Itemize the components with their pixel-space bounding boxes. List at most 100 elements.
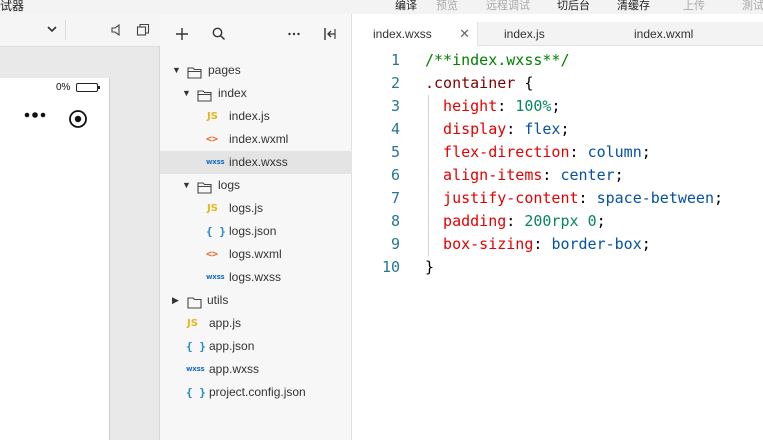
code-line[interactable]: 5 flex-direction: column; (353, 141, 763, 164)
code-text: box-sizing: border-box; (425, 233, 651, 256)
wxss-file-icon: wxss (206, 158, 225, 166)
code-token: align-items (425, 166, 543, 184)
json-file-icon: { } (186, 386, 206, 399)
tree-item-label: logs.js (229, 201, 264, 215)
code-text: } (425, 256, 434, 279)
remote-debug-button[interactable]: 远程调试 (486, 0, 530, 13)
code-token: .container (425, 74, 516, 92)
line-number: 9 (390, 235, 400, 253)
more-dots-icon[interactable] (24, 109, 46, 124)
code-line[interactable]: 3 height: 100%; (353, 95, 763, 118)
tree-file-project-config-json[interactable]: { } project.config.json (160, 381, 352, 404)
tree-folder-index[interactable]: ▼ index (160, 82, 352, 105)
test-button[interactable]: 測试 (742, 0, 763, 13)
code-line[interactable]: 4 display: flex; (353, 118, 763, 141)
tree-folder-utils[interactable]: ▶ utils (160, 289, 352, 312)
compile-button[interactable]: 编译 (395, 0, 417, 13)
device-select[interactable] (0, 20, 66, 40)
tab-index-js[interactable]: index.js (477, 22, 597, 46)
code-token: : (578, 189, 597, 207)
code-token: : (533, 235, 552, 253)
tree-item-label: logs.json (229, 224, 277, 238)
code-line[interactable]: 2 .container { (353, 72, 763, 95)
code-line[interactable]: 10} (353, 256, 763, 279)
battery-icon (76, 83, 100, 92)
code-line[interactable]: 9 box-sizing: border-box; (353, 233, 763, 256)
tab-label: index.js (504, 27, 545, 41)
ellipsis-icon[interactable] (286, 26, 302, 42)
tree-file-logs-wxss[interactable]: wxss logs.wxss (160, 266, 352, 289)
code-text: padding: 200rpx 0; (425, 210, 606, 233)
wxss-file-icon: wxss (206, 273, 225, 281)
tree-file-index-wxml[interactable]: <> index.wxml (160, 128, 352, 151)
tab-index-wxml[interactable]: index.wxml (597, 22, 763, 46)
tree-file-app-wxss[interactable]: wxss app.wxss (160, 358, 352, 381)
upload-button[interactable]: 上传 (683, 0, 705, 13)
code-token: 100% (515, 97, 552, 115)
code-text: justify-content: space-between; (425, 187, 723, 210)
line-number: 1 (390, 51, 400, 69)
close-icon[interactable]: ✕ (459, 22, 470, 46)
code-token: box-sizing (425, 235, 534, 253)
tree-file-logs-wxml[interactable]: <> logs.wxml (160, 243, 352, 266)
tree-folder-pages[interactable]: ▼ pages (160, 59, 352, 82)
plus-icon[interactable] (174, 26, 190, 42)
line-number: 7 (390, 189, 400, 207)
tree-item-label: logs (218, 178, 241, 192)
top-toolbar: 试器 编译 预览 远程调试 切后台 清缓存 上传 測试 (0, 0, 763, 14)
line-number: 4 (390, 120, 400, 138)
code-token: ; (596, 212, 606, 230)
tree-file-app-js[interactable]: JS app.js (160, 312, 352, 335)
code-token: padding (425, 212, 507, 230)
code-area[interactable]: 1 /**index.wxss**/ 2 .container {3 height: … (353, 49, 763, 279)
tree-item-label: index.js (229, 109, 270, 123)
line-number: 2 (390, 74, 400, 92)
code-editor: index.wxss ✕ index.js index.wxml 1 /**ind… (353, 14, 763, 440)
code-token: ; (560, 120, 570, 138)
battery-percentage: 0% (56, 82, 71, 93)
expanded-arrow-icon: ▼ (182, 180, 191, 190)
tab-index-wxss[interactable]: index.wxss ✕ (353, 22, 478, 46)
code-text: .container { (425, 72, 533, 95)
search-icon[interactable] (211, 26, 227, 42)
expanded-arrow-icon: ▼ (182, 88, 191, 98)
tree-file-logs-js[interactable]: JS logs.js (160, 197, 352, 220)
code-token: /**index.wxss**/ (425, 51, 570, 69)
tree-file-logs-json[interactable]: { } logs.json (160, 220, 352, 243)
tree-item-label: app.wxss (209, 362, 260, 376)
record-icon[interactable] (68, 109, 88, 132)
expanded-arrow-icon: ▼ (172, 65, 181, 75)
tree-item-label: logs.wxml (229, 247, 282, 261)
chevron-down-icon (47, 22, 57, 39)
collapse-panel-icon[interactable] (322, 26, 338, 42)
wxss-file-icon: wxss (186, 365, 205, 373)
simulator-toolbar (0, 14, 160, 47)
tree-file-index-wxss[interactable]: wxss index.wxss (160, 151, 352, 174)
code-token: height (425, 97, 498, 115)
code-line[interactable]: 6 align-items: center; (353, 164, 763, 187)
code-token: : (542, 166, 561, 184)
code-line[interactable]: 8 padding: 200rpx 0; (353, 210, 763, 233)
code-token: 200rpx (524, 212, 579, 230)
background-button[interactable]: 切后台 (557, 0, 590, 13)
simulator-panel: 0% (0, 14, 160, 440)
window-icon[interactable] (136, 23, 150, 40)
code-token: column (587, 143, 642, 161)
clear-cache-button[interactable]: 清缓存 (617, 0, 650, 13)
code-token: border-box (551, 235, 642, 253)
wxml-file-icon: <> (206, 134, 219, 145)
code-token: justify-content (425, 189, 579, 207)
code-line[interactable]: 7 justify-content: space-between; (353, 187, 763, 210)
speaker-icon[interactable] (111, 23, 123, 40)
tree-file-app-json[interactable]: { } app.json (160, 335, 352, 358)
code-text: height: 100%; (425, 95, 560, 118)
code-token: } (425, 258, 435, 276)
code-token: ; (641, 235, 651, 253)
line-number: 6 (390, 166, 400, 184)
preview-button[interactable]: 预览 (436, 0, 458, 13)
code-token: center (560, 166, 615, 184)
tree-folder-logs[interactable]: ▼ logs (160, 174, 352, 197)
code-line[interactable]: 1 /**index.wxss**/ (353, 49, 763, 72)
tree-file-index-js[interactable]: JS index.js (160, 105, 352, 128)
collapsed-arrow-icon: ▶ (172, 295, 179, 305)
